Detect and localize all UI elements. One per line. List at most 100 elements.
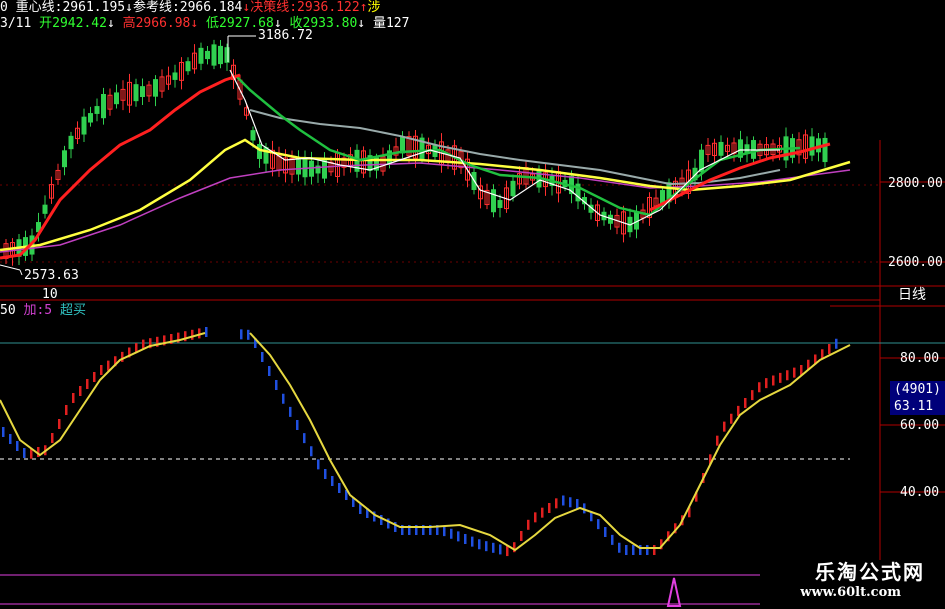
- indicator-bar: [604, 527, 607, 537]
- indicator-bar: [457, 531, 460, 542]
- indicator-bar: [744, 398, 747, 408]
- candle-body: [296, 159, 301, 175]
- indicator-bar: [758, 382, 761, 393]
- candle-body: [101, 94, 106, 119]
- indicator-bar: [506, 546, 509, 557]
- period-label[interactable]: 日线: [898, 288, 926, 303]
- indicator-bar: [303, 433, 306, 444]
- candle-body: [185, 61, 191, 72]
- indicator-bar: [51, 433, 54, 443]
- indicator-bar: [205, 327, 208, 337]
- watermark-title: 乐淘公式网: [815, 560, 925, 584]
- indicator-readout-label: (4901): [890, 381, 945, 398]
- indicator-bar: [618, 542, 621, 553]
- indicator-bar: [310, 446, 313, 457]
- candlestick-series: [3, 39, 828, 266]
- indicator-bar: [793, 367, 796, 378]
- indicator-bar: [737, 405, 740, 416]
- indicator-bar: [296, 420, 299, 430]
- candle-body: [140, 86, 145, 98]
- candle-body: [822, 137, 828, 163]
- candle-body: [218, 45, 223, 65]
- indicator-params: 50 加:5 超买: [0, 303, 86, 318]
- indicator-bar: [800, 365, 803, 375]
- indicator-axis-label-80: 80.00: [900, 351, 940, 366]
- indicator-bar: [492, 542, 495, 553]
- indicator-bar: [576, 499, 579, 509]
- candle-body: [497, 200, 503, 208]
- indicator-yellow-line: [0, 332, 206, 457]
- ma-gray-line: [249, 109, 781, 186]
- indicator-bar: [499, 544, 502, 555]
- indicator-bar: [555, 498, 558, 509]
- indicator-param-1: 加:5: [23, 303, 60, 318]
- indicator-bar: [261, 352, 264, 362]
- indicator-bar: [100, 365, 103, 375]
- indicator-bar: [765, 378, 768, 389]
- stock-chart-canvas: [0, 35, 945, 607]
- indicator-bar: [772, 375, 775, 386]
- indicator-bar: [786, 370, 789, 381]
- indicator-bar: [247, 329, 250, 340]
- indicator-bar: [597, 519, 600, 530]
- candle-body: [114, 92, 119, 105]
- indicator-bar: [464, 534, 467, 544]
- indicator-bar: [653, 545, 656, 555]
- candle-body: [172, 72, 178, 80]
- candle-body: [42, 204, 48, 214]
- period-value: 10: [42, 287, 58, 302]
- indicator-bar: [443, 526, 446, 537]
- indicator-bar-series: [2, 327, 838, 557]
- indicator-bar: [632, 545, 635, 555]
- candle-body: [94, 106, 100, 114]
- low-price-label: 2573.63: [24, 268, 79, 283]
- indicator-bar: [86, 379, 89, 389]
- indicator-bar: [471, 536, 474, 547]
- candle-body: [133, 84, 139, 102]
- indicator-bar: [835, 338, 838, 349]
- indicator-bar: [548, 503, 551, 513]
- indicator-bar: [2, 427, 5, 437]
- indicator-bar: [331, 476, 334, 486]
- candle-body: [257, 144, 262, 159]
- indicator-bar: [16, 441, 19, 451]
- candle-body: [153, 79, 158, 97]
- indicator-bar: [541, 507, 544, 518]
- price-axis-label-2800: 2800.00: [888, 176, 943, 191]
- buy-signal-marker: [666, 577, 682, 607]
- indicator-bar: [268, 366, 271, 376]
- indicator-readout-value: 63.11: [890, 398, 945, 415]
- indicator-bar: [359, 504, 362, 514]
- indicator-bar: [646, 545, 649, 555]
- indicator-bar: [779, 372, 782, 383]
- indicator-bar: [240, 329, 243, 340]
- indicator-bar: [611, 534, 614, 545]
- candle-body: [205, 50, 210, 60]
- candle-body: [322, 159, 327, 179]
- candle-body: [88, 113, 93, 123]
- indicator-bar: [730, 413, 733, 424]
- price-axis-label-2600: 2600.00: [888, 255, 943, 270]
- indicator-param-2: 超买: [59, 303, 86, 318]
- indicator-bar: [534, 512, 537, 523]
- indicator-axis-label-60: 60.00: [900, 418, 940, 433]
- indicator-bar: [79, 386, 82, 396]
- indicator-bar: [275, 380, 278, 390]
- indicator-axis-label-40: 40.00: [900, 485, 940, 500]
- candle-body: [250, 130, 256, 141]
- high-price-label: 3186.72: [258, 28, 313, 43]
- ma-green-line: [234, 74, 801, 217]
- indicator-bar: [478, 539, 481, 550]
- candle-body: [809, 136, 815, 156]
- indicator-bar: [751, 390, 754, 401]
- indicator-bar: [58, 419, 61, 429]
- indicator-bar: [289, 406, 292, 417]
- indicator-bar: [569, 497, 572, 508]
- indicator-bar: [828, 344, 831, 354]
- candle-body: [510, 180, 516, 197]
- candle-body: [718, 141, 724, 156]
- candle-body: [491, 189, 496, 213]
- candle-body: [81, 116, 87, 135]
- indicator-param-0: 50: [0, 303, 24, 318]
- indicator-bar: [282, 393, 285, 404]
